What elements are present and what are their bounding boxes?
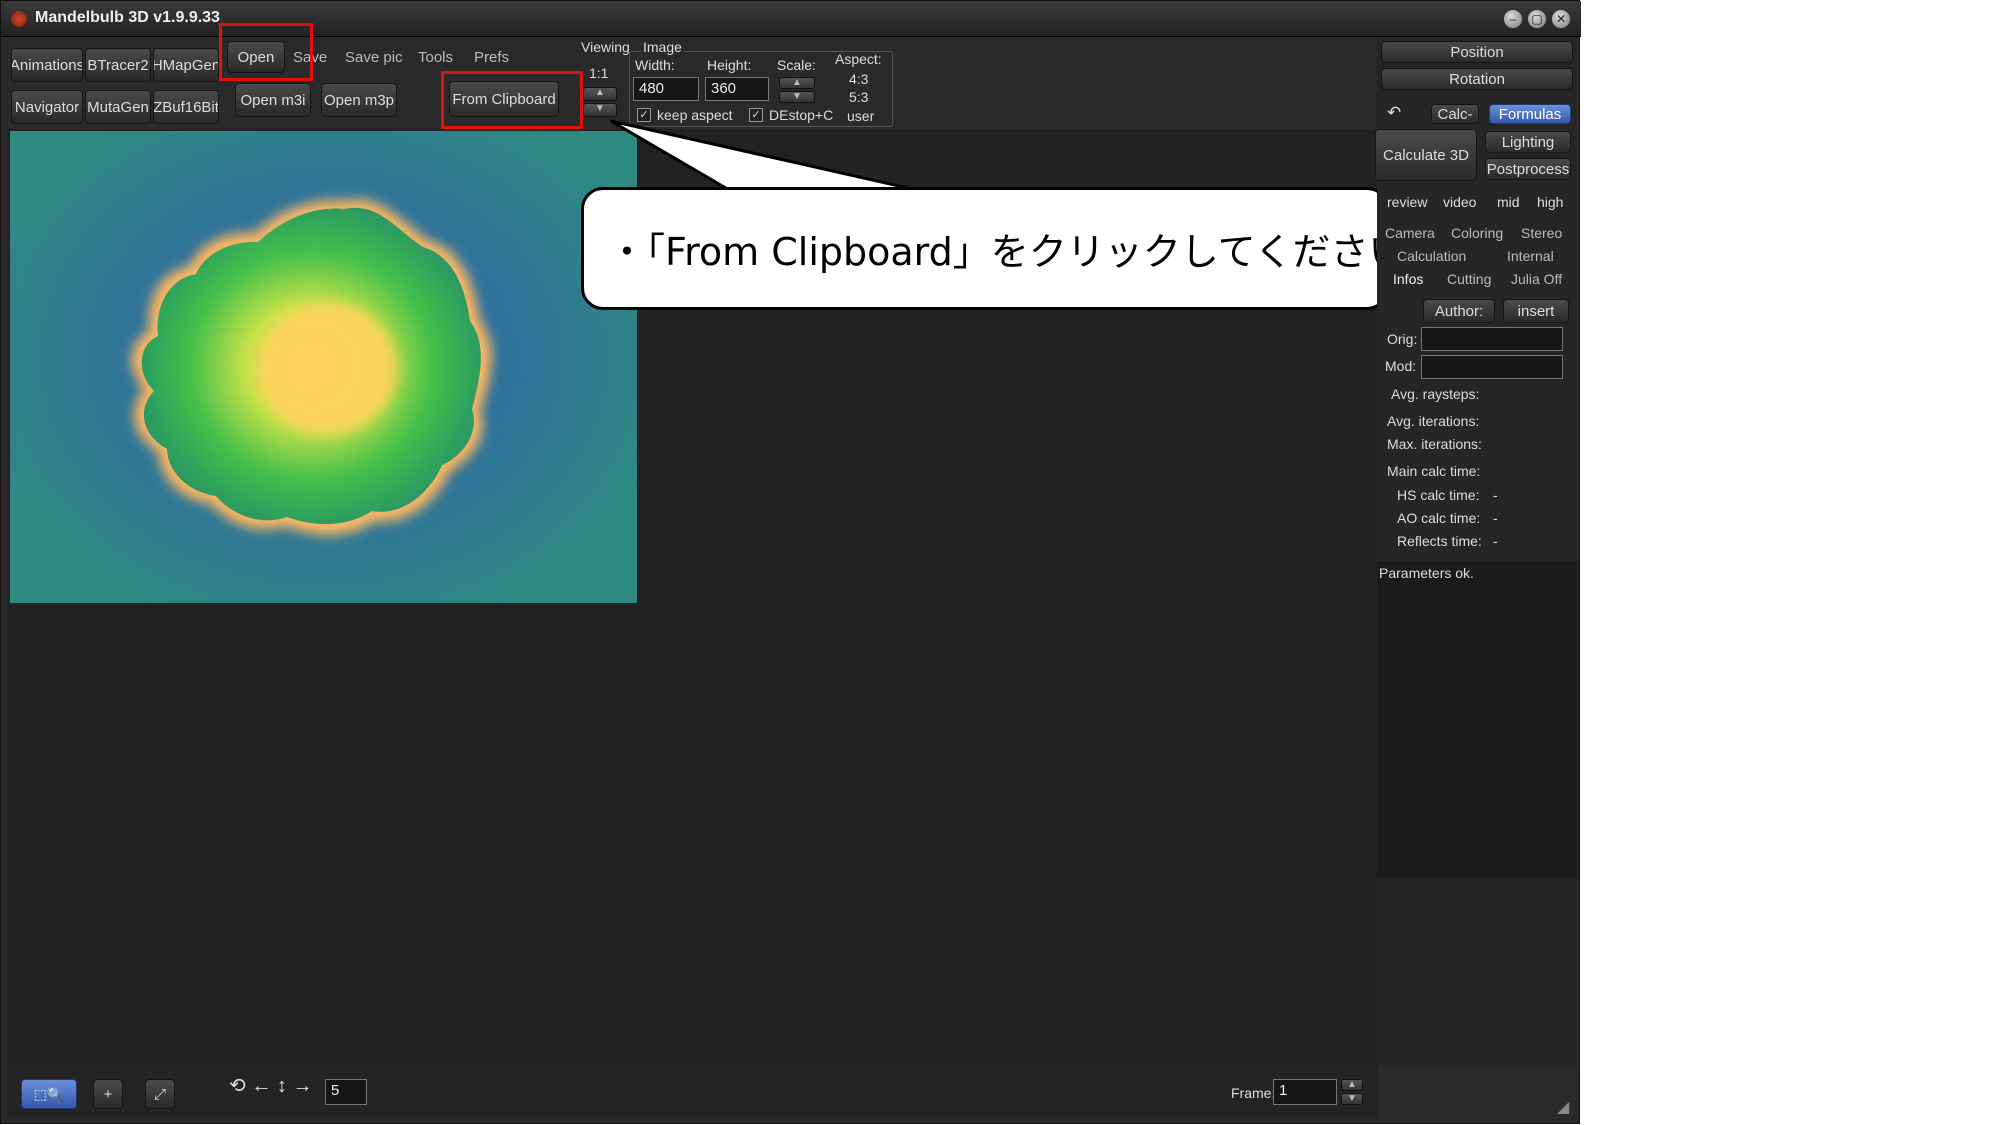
- window-title: Mandelbulb 3D v1.9.9.33: [35, 9, 220, 26]
- zbuf16bit-button[interactable]: ZBuf16Bit: [153, 90, 219, 124]
- tools-menu[interactable]: Tools: [418, 49, 453, 66]
- mod-field[interactable]: [1421, 355, 1563, 379]
- restore-icon[interactable]: ▢: [1527, 9, 1547, 29]
- animations-button[interactable]: Animations: [11, 48, 83, 82]
- resize-grip-icon[interactable]: ◢: [1557, 1097, 1569, 1117]
- quality-high[interactable]: high: [1537, 194, 1563, 210]
- image-label: Image: [641, 39, 684, 55]
- btracer2-button[interactable]: BTracer2: [85, 48, 151, 82]
- scale-up-icon[interactable]: ▲: [779, 77, 815, 89]
- undo-icon[interactable]: ↶: [1387, 103, 1401, 123]
- prefs-menu[interactable]: Prefs: [474, 49, 509, 66]
- frame-label: Frame:: [1231, 1085, 1276, 1101]
- app-logo-icon: [11, 11, 27, 27]
- crosshair-icon[interactable]: +: [93, 1079, 123, 1109]
- viewing-ratio: 1:1: [589, 65, 609, 81]
- step-field[interactable]: 5: [325, 1079, 367, 1105]
- navigator-button[interactable]: Navigator: [11, 90, 83, 124]
- rotation-button[interactable]: Rotation: [1381, 68, 1573, 90]
- quality-mid[interactable]: mid: [1497, 194, 1520, 210]
- viewing-up-icon[interactable]: ▲: [583, 87, 617, 101]
- quality-video[interactable]: video: [1443, 194, 1476, 210]
- quality-preview[interactable]: review: [1387, 194, 1427, 210]
- open-m3p-button[interactable]: Open m3p: [321, 83, 397, 117]
- insert-button[interactable]: insert: [1503, 299, 1569, 323]
- viewing-down-icon[interactable]: ▼: [583, 103, 617, 117]
- orig-field[interactable]: [1421, 327, 1563, 351]
- tab-camera[interactable]: Camera: [1385, 225, 1435, 241]
- status-area: [1377, 561, 1577, 877]
- main-calc-time-label: Main calc time:: [1387, 463, 1481, 479]
- scale-label: Scale:: [777, 57, 816, 73]
- hs-calc-time-value: -: [1493, 487, 1498, 503]
- position-button[interactable]: Position: [1381, 41, 1573, 63]
- calc-button[interactable]: Calc-: [1431, 104, 1479, 124]
- tab-internal[interactable]: Internal: [1507, 248, 1554, 264]
- ao-calc-time-label: AO calc time:: [1397, 510, 1481, 526]
- instruction-callout: ・「From Clipboard」をクリックしてください: [581, 187, 1406, 310]
- tab-calculation[interactable]: Calculation: [1397, 248, 1466, 264]
- highlight-open: [219, 23, 313, 81]
- status-text: Parameters ok.: [1379, 565, 1474, 581]
- mandelbulb-render: [131, 199, 492, 535]
- measure-icon[interactable]: ⤢: [145, 1079, 175, 1109]
- formulas-button[interactable]: Formulas: [1489, 104, 1571, 124]
- minimize-icon[interactable]: –: [1503, 9, 1523, 29]
- mutagen-button[interactable]: MutaGen: [85, 90, 151, 124]
- tab-stereo[interactable]: Stereo: [1521, 225, 1562, 241]
- frame-up-icon[interactable]: ▲: [1341, 1079, 1363, 1091]
- hs-calc-time-label: HS calc time:: [1397, 487, 1480, 503]
- right-panel: [1377, 37, 1577, 1067]
- author-button[interactable]: Author:: [1423, 299, 1495, 323]
- ao-calc-time-value: -: [1493, 510, 1498, 526]
- aspect-4-3[interactable]: 4:3: [849, 71, 868, 87]
- calculate-3d-button[interactable]: Calculate 3D: [1375, 129, 1477, 181]
- tab-julia-off[interactable]: Julia Off: [1511, 271, 1562, 287]
- reflects-time-value: -: [1493, 533, 1498, 549]
- postprocess-button[interactable]: Postprocess: [1485, 158, 1571, 180]
- orig-label: Orig:: [1387, 331, 1418, 347]
- tab-infos[interactable]: Infos: [1393, 271, 1423, 287]
- max-iterations-label: Max. iterations:: [1387, 436, 1482, 452]
- close-icon[interactable]: ✕: [1551, 9, 1571, 29]
- bottom-bar: [7, 1069, 1377, 1119]
- lighting-button[interactable]: Lighting: [1485, 131, 1571, 153]
- height-label: Height:: [707, 57, 752, 73]
- reflects-time-label: Reflects time:: [1397, 533, 1482, 549]
- scale-down-icon[interactable]: ▼: [779, 91, 815, 103]
- width-label: Width:: [635, 57, 675, 73]
- highlight-from-clipboard: [441, 71, 583, 129]
- navigate-arrows-icon[interactable]: ⟲ ← ↕ →: [229, 1073, 312, 1098]
- tab-cutting[interactable]: Cutting: [1447, 271, 1491, 287]
- open-m3i-button[interactable]: Open m3i: [235, 83, 311, 117]
- avg-iterations-label: Avg. iterations:: [1387, 413, 1480, 429]
- width-field[interactable]: 480: [633, 77, 699, 101]
- mod-label: Mod:: [1385, 358, 1417, 374]
- viewing-label: Viewing: [581, 39, 630, 55]
- tab-coloring[interactable]: Coloring: [1451, 225, 1503, 241]
- aspect-label: Aspect:: [835, 51, 882, 67]
- frame-down-icon[interactable]: ▼: [1341, 1093, 1363, 1105]
- height-field[interactable]: 360: [705, 77, 769, 101]
- save-pic-menu[interactable]: Save pic: [345, 49, 403, 66]
- hmapgen-button[interactable]: HMapGen: [153, 48, 219, 82]
- avg-raysteps-label: Avg. raysteps:: [1391, 386, 1480, 402]
- frame-field[interactable]: 1: [1273, 1079, 1337, 1105]
- select-zoom-icon[interactable]: ⬚🔍: [21, 1079, 77, 1109]
- fractal-preview-image[interactable]: [10, 131, 637, 603]
- app-window: Mandelbulb 3D v1.9.9.33 – ▢ ✕ Animations…: [0, 0, 1581, 1124]
- aspect-5-3[interactable]: 5:3: [849, 89, 868, 105]
